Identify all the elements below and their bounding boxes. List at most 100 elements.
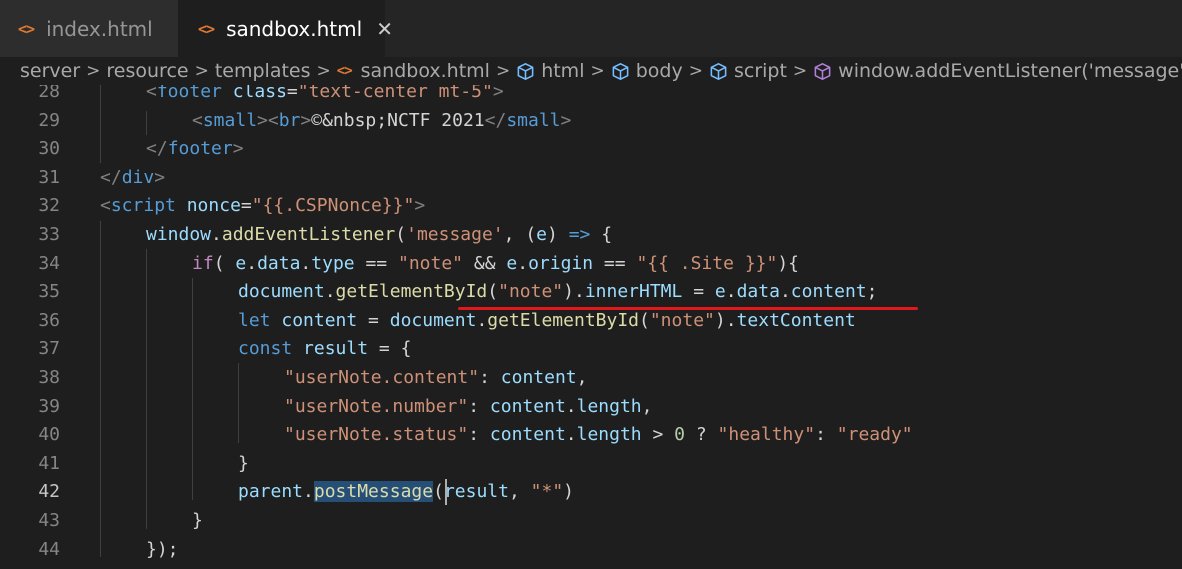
code-token: 0 [674,424,686,446]
code-token: getElementById [487,309,639,331]
code-token: = [286,85,298,102]
code-text: document.getElementById("note").innerHTM… [238,278,877,307]
line-number: 42 [38,481,60,503]
code-token: "userNote.number" [284,395,469,417]
code-line[interactable]: 34 if( e.data.type == "note" && e.origin … [0,250,1182,279]
code-line[interactable]: 37 const result = { [0,335,1182,364]
code-token: ? [685,424,718,446]
code-line[interactable]: 42 parent.postMessage(result, "*") [0,478,1182,507]
code-token: > [641,424,675,446]
code-token: script [110,195,176,217]
code-line[interactable]: 30 </footer> [0,135,1182,164]
code-token: > [300,109,312,131]
code-line[interactable]: 40 "userNote.status": content.length > 0 … [0,421,1182,450]
code-token: { [590,224,613,245]
code-token: ). [563,281,585,303]
code-token: > [154,166,166,188]
code-line[interactable]: 39 "userNote.number": content.length, [0,393,1182,422]
code-token: "{{.CSPNonce}}" [251,195,415,217]
code-token: ( [433,481,444,503]
code-line[interactable]: 36 let content = document.getElementById(… [0,307,1182,336]
code-token: ( [487,281,499,303]
breadcrumb-item-file[interactable]: <> sandbox.html [337,60,490,82]
code-token: if [192,252,214,274]
code-token: : [468,395,490,417]
code-token: class [232,85,287,102]
breadcrumb-item-body[interactable]: body [611,60,683,82]
code-text: } [192,507,203,536]
tab-sandbox-html[interactable]: <> sandbox.html ✕ [178,0,393,57]
code-text: const result = { [238,335,411,364]
code-token: e [536,224,548,245]
line-number: 28 [38,85,60,102]
code-token: div [121,166,155,188]
red-underline-annotation [458,307,918,310]
code-token: br [278,109,301,131]
line-number: 39 [38,395,60,417]
breadcrumb-item-templates[interactable]: templates [215,60,311,82]
code-token: "note" [498,281,564,303]
code-token: ) [563,481,575,503]
code-token: . [211,224,222,245]
code-token: = [240,195,252,217]
code-token: : [815,424,837,446]
breadcrumb-separator: > [86,61,101,81]
code-token: : [468,424,490,446]
code-token: "ready" [836,424,913,446]
symbol-cube-icon [710,62,727,80]
code-token: result [303,338,369,360]
code-line[interactable]: 33 window.addEventListener('message', (e)… [0,221,1182,250]
code-token: , [508,481,531,503]
breadcrumb-separator: > [792,61,808,81]
code-token: textContent [736,309,856,331]
html-code-icon: <> [198,19,215,38]
line-number: 40 [38,424,60,446]
code-editor[interactable]: 28 <footer class="text-center mt-5"> 29 <sm… [0,85,1182,569]
code-token: data [257,252,301,274]
code-token: ){ [777,252,800,274]
code-text: "userNote.number": content.length, [284,393,653,422]
tab-index-html[interactable]: <> index.html [0,0,178,57]
code-line[interactable]: 44}); [0,536,1182,565]
code-line[interactable]: 38 "userNote.content": content, [0,364,1182,393]
code-text: <script nonce="{{.CSPNonce}}"> [100,192,425,221]
code-token: . [565,424,577,446]
breadcrumb-item-server[interactable]: server [20,60,80,82]
code-token: < [146,85,157,102]
code-line[interactable]: 31 </div> [0,164,1182,193]
code-token: . [565,395,577,417]
code-token: } [238,452,249,474]
code-line[interactable]: 32 <script nonce="{{.CSPNonce}}"> [0,192,1182,221]
breadcrumb-item-callback[interactable]: window.addEventListener('message') callb… [813,60,1182,82]
html-code-icon: <> [336,63,353,79]
code-line[interactable]: 35 document.getElementById("note").innerH… [0,278,1182,307]
code-token: "note" [649,309,715,331]
line-number: 35 [38,281,60,303]
code-token: . [517,252,529,274]
tab-label: index.html [46,16,153,41]
breadcrumb-item-script[interactable]: script [709,60,787,82]
line-number: 38 [38,367,60,388]
code-text: "userNote.content": content, [284,364,587,393]
code-token: ( [395,224,407,245]
code-token: ©&nbsp;NCTF 2021 [311,109,485,131]
code-token: && [463,252,507,274]
code-token: . [779,281,791,303]
code-line[interactable]: 28 <footer class="text-center mt-5"> [0,85,1182,107]
code-token: > [232,138,244,160]
code-line[interactable]: 41} [0,450,1182,479]
line-number: 41 [38,452,60,474]
tab-label: sandbox.html [226,16,363,41]
code-line[interactable]: 29 <small><br>©&nbsp;NCTF 2021</small> [0,107,1182,136]
code-token: "userNote.content" [284,367,480,388]
breadcrumb-item-html[interactable]: html [516,60,584,82]
code-token: = [357,309,390,331]
code-token: let [238,309,271,331]
code-line[interactable]: 43} [0,507,1182,536]
breadcrumb-item-resource[interactable]: resource [106,60,188,82]
code-token: . [725,281,737,303]
code-token: . [476,309,488,331]
close-icon[interactable]: ✕ [376,17,393,41]
